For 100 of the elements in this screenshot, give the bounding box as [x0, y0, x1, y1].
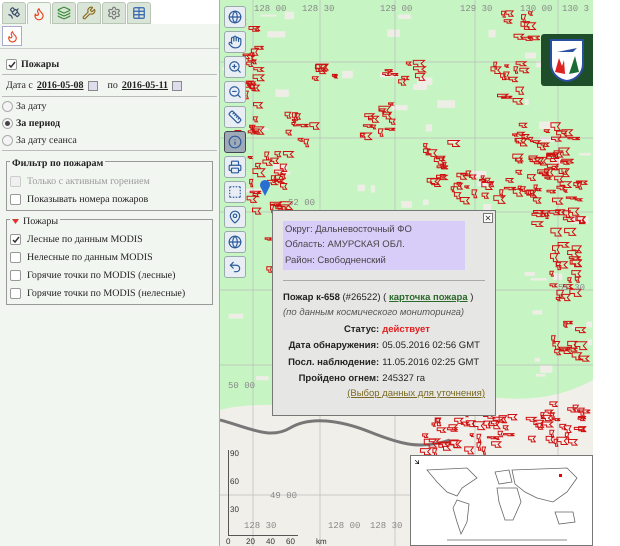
- date-to-label: по: [108, 79, 118, 93]
- checkbox[interactable]: [10, 234, 21, 245]
- checkbox[interactable]: [10, 270, 21, 281]
- map-tool-button[interactable]: [224, 106, 246, 128]
- field-label: Посл. наблюдение:: [288, 356, 380, 370]
- map-tool-button[interactable]: [224, 56, 246, 78]
- checkbox[interactable]: [6, 59, 17, 70]
- checkbox[interactable]: [10, 288, 21, 299]
- layer-label: Пожары: [21, 58, 60, 72]
- check-icon: [8, 60, 16, 68]
- field-label: Дата обнаружения:: [288, 339, 380, 354]
- fire-card-link[interactable]: карточка пожара: [388, 292, 468, 303]
- layers-icon: [57, 6, 71, 20]
- tab[interactable]: [102, 2, 126, 24]
- option-label[interactable]: Лесные по данным MODIS: [27, 232, 143, 247]
- zoom-out-icon: [228, 85, 242, 99]
- info-icon: [228, 135, 242, 149]
- map-tool-button[interactable]: [224, 6, 246, 28]
- radio-label[interactable]: За период: [16, 116, 60, 131]
- map-tool-button[interactable]: [224, 231, 246, 253]
- grid-coordinate: 128 30: [244, 520, 276, 533]
- grid-coordinate: 128 00: [254, 3, 286, 16]
- grid-coordinate: 49 00: [270, 490, 298, 503]
- tab[interactable]: [127, 2, 151, 24]
- table-icon: [132, 6, 146, 20]
- settings-icon: [107, 6, 121, 20]
- region-line: Округ: Дальневосточный ФО: [285, 223, 413, 237]
- calendar-icon[interactable]: [172, 80, 182, 90]
- print-icon: [228, 160, 242, 174]
- grid-coordinate: 128 30: [302, 3, 334, 16]
- radio-label[interactable]: За дату: [16, 99, 46, 114]
- source-note: (по данным космического мониторинга): [283, 306, 466, 320]
- map-tool-button[interactable]: [224, 181, 246, 203]
- scale-label: 0: [226, 536, 230, 546]
- flame-icon: [32, 6, 46, 20]
- wrench-icon: [82, 6, 96, 20]
- field-value: 245327 га: [382, 372, 426, 386]
- zoom-in-icon: [228, 60, 242, 74]
- map-tool-button[interactable]: [224, 31, 246, 53]
- flame-icon: [6, 30, 18, 42]
- pin-icon: [228, 210, 242, 224]
- field-label: Пройдено огнем:: [298, 372, 380, 386]
- scale-label: 60: [230, 476, 239, 488]
- map-tool-button[interactable]: [224, 206, 246, 228]
- scale-label: 20: [246, 536, 255, 546]
- scale-label: 60: [286, 536, 295, 546]
- checkbox[interactable]: [10, 252, 21, 263]
- check-icon: [12, 236, 20, 244]
- grid-coordinate: 130 00: [520, 3, 552, 16]
- region-line: Область: АМУРСКАЯ ОБЛ.: [285, 238, 406, 252]
- option-label[interactable]: Горячие точки по MODIS (нелесные): [27, 286, 186, 301]
- dashed-square-icon: [228, 185, 242, 199]
- arrow-icon[interactable]: [413, 458, 421, 466]
- refine-data-link[interactable]: (Выбор данных для уточнения): [347, 387, 485, 402]
- date-from-field[interactable]: 2016-05-08: [36, 78, 84, 93]
- map-tool-button[interactable]: [224, 256, 246, 278]
- satellite-icon: [7, 6, 21, 20]
- grid-coordinate: 129 30: [460, 3, 492, 16]
- grid-coordinate: 130 3: [562, 3, 590, 16]
- globe-icon: [228, 235, 242, 249]
- option-label[interactable]: Горячие точки по MODIS (лесные): [27, 268, 176, 283]
- group-title: Пожары: [23, 215, 58, 229]
- close-icon[interactable]: [483, 213, 493, 223]
- region-line: Район: Свободненский: [285, 254, 387, 268]
- calendar-icon[interactable]: [88, 80, 98, 90]
- scale-unit: km: [316, 536, 327, 546]
- tab[interactable]: [27, 2, 51, 24]
- radio-button[interactable]: [2, 101, 13, 112]
- grid-coordinate: 128 00: [328, 520, 360, 533]
- option-label[interactable]: Показывать номера пожаров: [27, 192, 148, 207]
- ruler-icon: [228, 110, 242, 124]
- radio-button[interactable]: [2, 135, 13, 146]
- date-to-field[interactable]: 2016-05-11: [122, 78, 168, 93]
- map-marker-icon[interactable]: [260, 180, 270, 196]
- tab[interactable]: [2, 2, 26, 24]
- checkbox[interactable]: [10, 194, 21, 205]
- collapse-icon[interactable]: [12, 218, 19, 225]
- hand-icon: [228, 35, 242, 49]
- map-tool-button[interactable]: [224, 81, 246, 103]
- undo-icon: [228, 260, 242, 274]
- fire-heading: Пожар к-658 (#26522) ( карточка пожара ): [283, 290, 474, 304]
- date-from-label: Дата с: [6, 79, 33, 93]
- map-tool-button[interactable]: [224, 131, 246, 153]
- radio-label[interactable]: За дату сеанса: [16, 133, 77, 148]
- grid-coordinate: 128 30: [370, 520, 402, 533]
- tab[interactable]: [77, 2, 101, 24]
- field-label: Статус:: [343, 323, 380, 337]
- map-tool-button[interactable]: [224, 156, 246, 178]
- option-label[interactable]: Нелесные по данным MODIS: [27, 250, 153, 265]
- scale-label: 40: [266, 536, 275, 546]
- field-value: 05.05.2016 02:56 GMT: [382, 339, 480, 354]
- grid-coordinate: 50 00: [228, 380, 256, 393]
- scale-label: 90: [230, 448, 239, 460]
- radio-button[interactable]: [2, 118, 13, 129]
- field-value: действует: [382, 323, 431, 337]
- tab[interactable]: [52, 2, 76, 24]
- sub-tab[interactable]: [2, 26, 22, 46]
- scale-label: 30: [230, 504, 239, 516]
- logo-drawing: [541, 34, 593, 86]
- field-value: 11.05.2016 02:25 GMT: [382, 356, 480, 370]
